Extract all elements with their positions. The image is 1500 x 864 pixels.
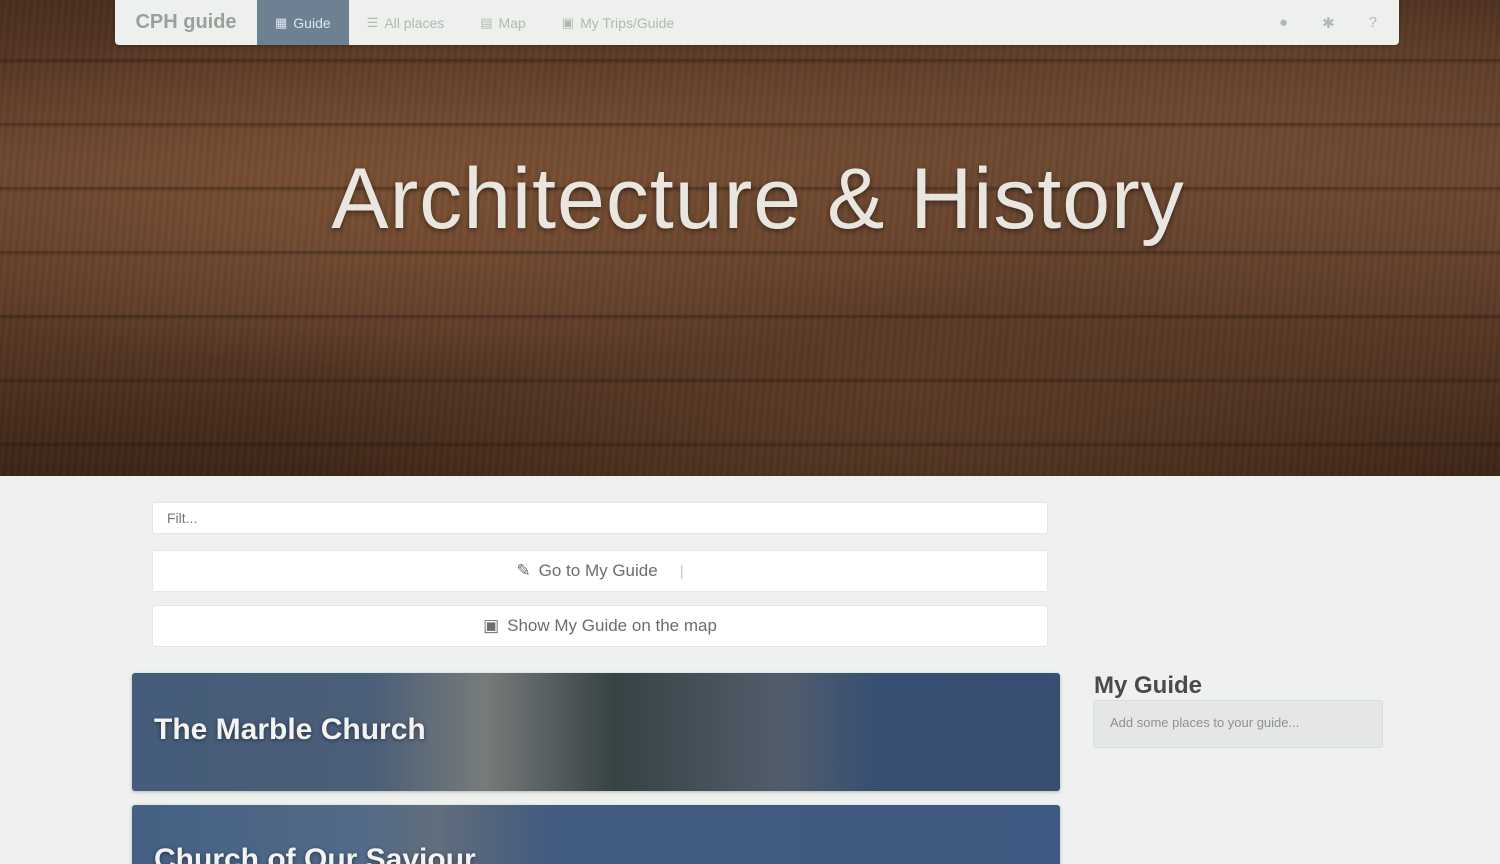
map-marker-icon: ▣ (483, 616, 500, 635)
nav-item-guide[interactable]: ▦ Guide (257, 0, 349, 45)
divider-icon: | (679, 562, 684, 580)
nav-item-all-places[interactable]: ☰ All places (349, 0, 463, 45)
book-icon: ✎ (516, 561, 531, 580)
user-icon[interactable]: ● (1279, 14, 1288, 31)
place-card-church-of-our-saviour[interactable]: Church of Our Saviour (132, 805, 1060, 864)
hero-banner: Architecture & History (0, 0, 1500, 476)
top-navbar: CPH guide ▦ Guide ☰ All places ▤ Map ▣ M… (115, 0, 1399, 45)
settings-icon[interactable]: ✱ (1322, 14, 1335, 32)
nav-item-label: Map (498, 14, 526, 31)
card-title: Church of Our Saviour (154, 843, 476, 864)
my-guide-empty-state: Add some places to your guide... (1093, 700, 1383, 748)
show-guide-on-map-button[interactable]: ▣ Show My Guide on the map (152, 605, 1048, 647)
nav-item-my-trips[interactable]: ▣ My Trips/Guide (544, 0, 692, 45)
card-title: The Marble Church (154, 713, 426, 746)
grid-icon: ▦ (275, 14, 288, 30)
filter-input[interactable] (152, 502, 1048, 534)
map-icon: ▤ (480, 14, 493, 30)
page-title: Architecture & History (331, 151, 1185, 247)
show-on-map-label: Show My Guide on the map (507, 616, 717, 635)
nav-item-label: My Trips/Guide (580, 14, 675, 31)
nav-item-label: Guide (293, 14, 331, 31)
bookmark-icon: ▣ (561, 14, 575, 30)
my-guide-heading: My Guide (1094, 672, 1203, 699)
list-icon: ☰ (366, 14, 379, 30)
go-to-guide-button[interactable]: ✎ Go to My Guide | (152, 550, 1048, 592)
help-icon[interactable]: ? (1369, 14, 1377, 31)
brand-logo[interactable]: CPH guide (115, 0, 257, 45)
nav-item-label: All places (384, 14, 445, 31)
nav-item-map[interactable]: ▤ Map (462, 0, 544, 45)
place-card-marble-church[interactable]: The Marble Church (132, 673, 1060, 791)
go-to-guide-label: Go to My Guide (538, 561, 658, 580)
nav-right-icons: ● ✱ ? (1279, 0, 1399, 45)
